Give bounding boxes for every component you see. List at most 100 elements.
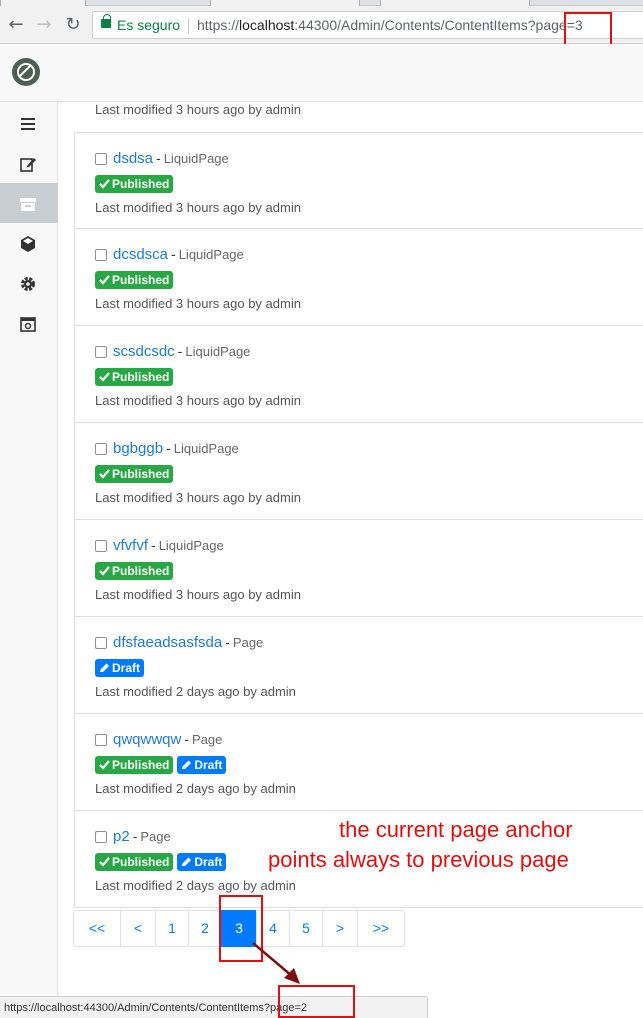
- url-host: localhost: [239, 17, 295, 33]
- annotation-line-1: the current page anchor: [339, 817, 573, 842]
- item-title-row: dsdsa - LiquidPage: [113, 150, 229, 167]
- item-badges: Published Draft: [95, 756, 230, 774]
- page-link-first[interactable]: <<: [73, 910, 121, 947]
- check-icon: [99, 273, 112, 287]
- item-checkbox[interactable]: [95, 346, 107, 358]
- pencil-icon: [181, 758, 194, 772]
- camera-icon: [20, 317, 36, 332]
- item-title-link[interactable]: dcsdsca: [113, 246, 168, 263]
- item-title-link[interactable]: qwqwwqw: [113, 731, 181, 748]
- sidebar-item-modules[interactable]: [0, 223, 58, 263]
- item-title-link[interactable]: dfsfaeadsasfsda: [113, 634, 222, 651]
- address-bar[interactable]: Es seguro https://localhost:44300/Admin/…: [92, 11, 643, 39]
- page-link-1[interactable]: 1: [155, 910, 189, 947]
- annotation-line-2: points always to previous page: [268, 847, 569, 872]
- orchard-logo-icon[interactable]: [12, 58, 40, 86]
- item-modified: Last modified 3 hours ago by admin: [95, 393, 301, 408]
- draft-label: Draft: [194, 758, 223, 772]
- secure-label: Es seguro: [117, 17, 181, 33]
- sidebar-item-media[interactable]: [0, 303, 58, 343]
- draft-badge: Draft: [95, 659, 145, 677]
- page-link-last[interactable]: >>: [357, 910, 405, 947]
- item-title-link[interactable]: p2: [113, 828, 130, 845]
- published-badge: Published: [95, 368, 174, 386]
- item-checkbox[interactable]: [95, 540, 107, 552]
- published-badge: Published: [95, 465, 174, 483]
- published-badge: Published: [95, 756, 174, 774]
- item-modified: Last modified 3 hours ago by admin: [95, 587, 301, 602]
- published-label: Published: [112, 177, 170, 191]
- item-modified: Last modified 2 days ago by admin: [95, 781, 296, 796]
- back-arrow-icon[interactable]: ←: [5, 14, 27, 36]
- address-separator: [188, 18, 189, 34]
- gear-icon: [21, 277, 35, 291]
- item-badges: Published: [95, 465, 177, 483]
- list-item: vfvfvf - LiquidPage Published Last modifie…: [74, 520, 643, 617]
- edit-icon: [20, 158, 36, 172]
- item-badges: Draft: [95, 659, 148, 677]
- item-modified: Last modified 2 days ago by admin: [95, 878, 296, 893]
- app-header: [0, 44, 643, 102]
- item-modified: Last modified 2 days ago by admin: [95, 684, 296, 699]
- browser-status-bar: https://localhost:44300/Admin/Contents/C…: [0, 996, 428, 1018]
- title-dash: -: [184, 731, 190, 747]
- item-title-row: p2- Page: [113, 828, 171, 845]
- item-title-row: vfvfvf - LiquidPage: [113, 537, 224, 554]
- item-checkbox[interactable]: [95, 249, 107, 261]
- item-modified: Last modified 3 hours ago by admin: [95, 200, 301, 215]
- item-checkbox[interactable]: [95, 734, 107, 746]
- item-title-row: scsdcsdc - LiquidPage: [113, 343, 250, 360]
- page-link-previous[interactable]: <: [120, 910, 156, 947]
- published-label: Published: [112, 564, 170, 578]
- item-type: LiquidPage: [158, 538, 224, 553]
- item-badges: Published Draft: [95, 853, 230, 871]
- item-title-row: qwqwwqw - Page: [113, 731, 222, 748]
- item-modified: Last modified 3 hours ago by admin: [95, 296, 301, 311]
- partial-item-modified: Last modified 3 hours ago by admin: [95, 102, 301, 117]
- sidebar-item-settings[interactable]: [0, 263, 58, 303]
- list-item: dcsdsca - LiquidPage Published Last modifi…: [74, 229, 643, 326]
- item-checkbox[interactable]: [95, 153, 107, 165]
- reload-icon[interactable]: ↻: [62, 14, 84, 36]
- item-checkbox[interactable]: [95, 831, 107, 843]
- title-dash: -: [151, 537, 156, 553]
- item-type: Page: [192, 732, 223, 747]
- item-type: Page: [140, 829, 171, 844]
- check-icon: [99, 758, 112, 772]
- item-title-link[interactable]: bgbggb: [113, 440, 163, 457]
- item-checkbox[interactable]: [95, 637, 107, 649]
- pencil-icon: [99, 661, 112, 675]
- item-type: LiquidPage: [178, 247, 244, 262]
- list-item: bgbggb - LiquidPage Published Last modifie…: [74, 423, 643, 520]
- check-icon: [99, 467, 112, 481]
- item-type: LiquidPage: [163, 151, 229, 166]
- draft-badge: Draft: [177, 756, 227, 774]
- draft-badge: Draft: [177, 853, 227, 871]
- item-title-link[interactable]: scsdcsdc: [113, 343, 175, 360]
- item-badges: Published: [95, 175, 177, 193]
- item-title-link[interactable]: vfvfvf: [113, 537, 148, 554]
- sidebar-item-content-items[interactable]: [0, 183, 58, 223]
- check-icon: [99, 564, 112, 578]
- item-checkbox[interactable]: [95, 443, 107, 455]
- check-icon: [99, 370, 112, 384]
- sidebar-item-content[interactable]: [0, 143, 58, 183]
- item-badges: Published: [95, 271, 177, 289]
- published-label: Published: [112, 758, 170, 772]
- content-items-list: dsdsa - LiquidPage Published Last modified…: [74, 132, 643, 908]
- title-dash: -: [171, 246, 176, 262]
- cube-icon: [21, 236, 35, 252]
- item-type: Page: [232, 635, 264, 650]
- title-dash: -: [132, 828, 138, 844]
- page-link-next[interactable]: >: [322, 910, 358, 947]
- item-type: LiquidPage: [185, 344, 251, 359]
- forward-arrow-icon[interactable]: →: [33, 14, 55, 36]
- draft-label: Draft: [194, 855, 223, 869]
- list-item: scsdcsdc - LiquidPage Published Last modif…: [74, 326, 643, 423]
- item-title-link[interactable]: dsdsa: [113, 150, 153, 167]
- title-dash: -: [225, 634, 230, 650]
- draft-label: Draft: [112, 661, 141, 675]
- page-link-2[interactable]: 2: [188, 910, 222, 947]
- pencil-icon: [181, 855, 194, 869]
- sidebar-item-menu[interactable]: [0, 103, 58, 143]
